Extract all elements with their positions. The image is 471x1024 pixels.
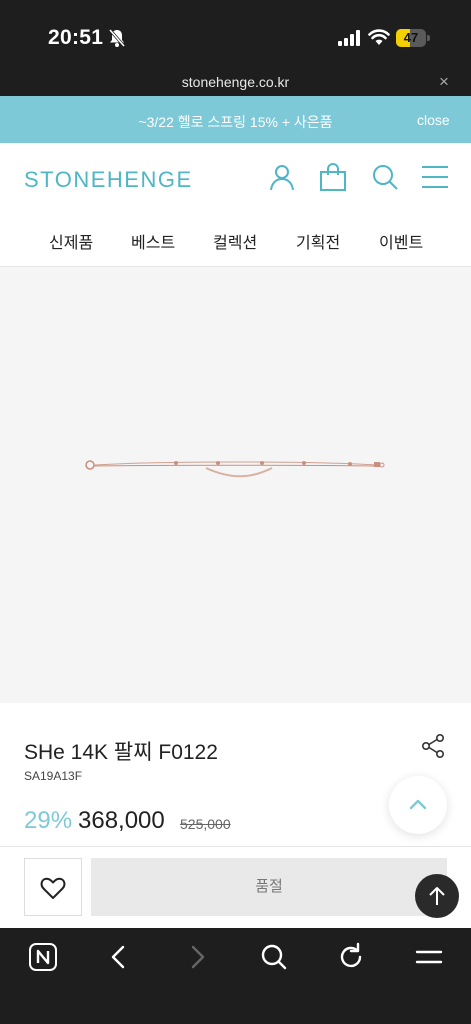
bag-icon[interactable]	[319, 163, 347, 191]
battery-icon: 47	[396, 29, 426, 47]
nav-item-collection[interactable]: 컬렉션	[213, 229, 257, 253]
promo-banner[interactable]: ~3/22 헬로 스프링 15% + 사은품 close	[0, 96, 471, 143]
bracelet-image	[85, 460, 385, 478]
status-time: 20:51	[48, 26, 104, 49]
product-info: SHe 14K 팔찌 F0122 SA19A13F 29% 368,000 52…	[0, 703, 471, 846]
original-price: 525,000	[180, 816, 231, 832]
heart-icon	[40, 877, 66, 899]
battery-percent: 47	[403, 30, 419, 45]
search-icon[interactable]	[371, 163, 399, 191]
back-to-top-button[interactable]	[415, 874, 459, 918]
battery-indicator: 47	[396, 29, 430, 47]
menu-icon[interactable]	[421, 163, 449, 191]
chevron-up-icon	[409, 799, 427, 810]
sale-price: 368,000	[78, 807, 165, 834]
url-close-icon[interactable]: ×	[439, 72, 449, 92]
nav-item-event[interactable]: 이벤트	[379, 229, 423, 253]
cellular-signal-icon	[338, 30, 360, 46]
arrow-up-icon	[429, 887, 445, 905]
promo-text[interactable]: ~3/22 헬로 스프링 15% + 사은품	[0, 112, 471, 132]
menu-icon[interactable]	[414, 942, 444, 972]
reload-icon[interactable]	[336, 942, 366, 972]
scroll-up-button[interactable]	[389, 776, 447, 834]
forward-icon	[191, 945, 205, 969]
nav-item-best[interactable]: 베스트	[131, 229, 175, 253]
wifi-icon	[368, 29, 390, 45]
back-icon[interactable]	[104, 942, 134, 972]
product-sku: SA19A13F	[24, 769, 83, 783]
wishlist-button[interactable]	[24, 858, 82, 916]
battery-cap	[427, 35, 430, 41]
user-icon[interactable]	[268, 163, 296, 191]
browser-toolbar	[0, 928, 471, 1024]
search-icon[interactable]	[259, 942, 289, 972]
browser-url-bar[interactable]: stonehenge.co.kr ×	[0, 66, 471, 96]
discount-rate: 29%	[24, 807, 73, 834]
promo-close-button[interactable]: close	[417, 112, 450, 128]
status-bar: 20:51 47	[0, 0, 471, 66]
nav-item-promotion[interactable]: 기획전	[296, 229, 340, 253]
product-image[interactable]	[0, 267, 471, 703]
url-text[interactable]: stonehenge.co.kr	[0, 74, 471, 90]
share-icon[interactable]	[420, 733, 446, 759]
soldout-button[interactable]: 품절	[91, 858, 447, 916]
site-header: STONEHENGE	[0, 143, 471, 213]
nav-item-new[interactable]: 신제품	[49, 229, 93, 253]
bell-mute-icon	[108, 29, 126, 47]
product-title: SHe 14K 팔찌 F0122	[24, 741, 218, 764]
naver-n-icon[interactable]	[28, 942, 58, 972]
site-logo[interactable]: STONEHENGE	[24, 167, 193, 193]
category-nav: 신제품 베스트 컬렉션 기획전 이벤트	[0, 213, 471, 267]
purchase-action-bar: 품절	[0, 846, 471, 928]
